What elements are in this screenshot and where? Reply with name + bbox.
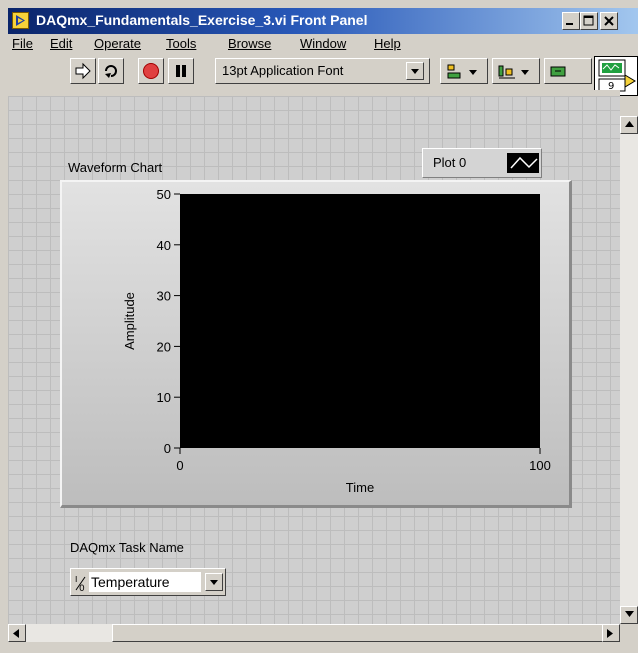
arrow-right-icon xyxy=(607,629,613,638)
menu-browse[interactable]: Browse xyxy=(228,36,271,51)
font-dropdown-label: 13pt Application Font xyxy=(222,63,344,78)
window-title: DAQmx_Fundamentals_Exercise_3.vi Front P… xyxy=(36,12,368,28)
horizontal-scroll-thumb[interactable] xyxy=(112,624,612,642)
font-dropdown-arrow[interactable] xyxy=(406,62,424,80)
close-button[interactable] xyxy=(600,12,618,30)
task-name-control[interactable]: I 0 Temperature xyxy=(70,568,226,596)
x-tick-label-0: 0 xyxy=(176,458,183,473)
abort-icon xyxy=(143,63,159,79)
run-continuously-button[interactable] xyxy=(98,58,124,84)
vertical-scrollbar[interactable] xyxy=(620,116,638,624)
x-tick-label-1: 100 xyxy=(529,458,551,473)
legend-plot-swatch[interactable] xyxy=(507,153,539,173)
arrow-left-icon xyxy=(13,629,19,638)
reorder-icon xyxy=(550,66,566,77)
menu-edit[interactable]: Edit xyxy=(50,36,72,51)
minimize-icon xyxy=(566,23,573,25)
pause-button[interactable] xyxy=(168,58,194,84)
pause-icon xyxy=(176,65,186,77)
toolbar: 13pt Application Font xyxy=(8,54,638,90)
title-bar[interactable]: DAQmx_Fundamentals_Exercise_3.vi Front P… xyxy=(8,8,638,34)
legend-plot-name: Plot 0 xyxy=(433,155,467,170)
y-tick-label-5: 50 xyxy=(157,187,171,202)
y-tick-label-2: 20 xyxy=(157,339,171,354)
labview-vi-icon xyxy=(12,12,29,29)
plot-line-icon xyxy=(510,156,538,169)
x-axis: 0 100 xyxy=(176,448,551,473)
run-continuously-icon xyxy=(105,65,117,78)
align-objects-icon xyxy=(447,64,477,79)
svg-text:0: 0 xyxy=(79,584,85,592)
y-tick-label-0: 0 xyxy=(164,441,171,456)
menu-tools[interactable]: Tools xyxy=(166,36,196,51)
reorder-button[interactable] xyxy=(544,58,592,84)
distribute-objects-button[interactable] xyxy=(492,58,540,84)
chevron-down-icon xyxy=(210,580,218,585)
front-panel-canvas[interactable]: Waveform Chart Plot 0 0 10 20 30 40 50 0 100 A… xyxy=(8,96,620,624)
arrow-down-icon xyxy=(625,611,634,617)
waveform-chart-svg: 0 10 20 30 40 50 0 100 Amplitude Time xyxy=(122,187,551,495)
chevron-down-icon xyxy=(411,69,419,74)
y-axis: 0 10 20 30 40 50 xyxy=(157,187,180,456)
svg-text:I: I xyxy=(75,575,77,584)
font-dropdown[interactable]: 13pt Application Font xyxy=(215,58,430,84)
maximize-button[interactable] xyxy=(580,12,598,30)
run-arrow-icon xyxy=(75,62,91,80)
horizontal-scrollbar[interactable] xyxy=(8,624,620,642)
close-icon xyxy=(604,16,614,26)
vi-front-panel-window: DAQmx_Fundamentals_Exercise_3.vi Front P… xyxy=(0,0,638,653)
plot-legend[interactable]: Plot 0 xyxy=(422,148,542,178)
task-name-dropdown-arrow[interactable] xyxy=(205,573,223,591)
maximize-icon xyxy=(583,15,594,26)
menu-bar: File Edit Operate Tools Browse Window He… xyxy=(8,34,638,54)
chart-label: Waveform Chart xyxy=(68,160,163,175)
run-button[interactable] xyxy=(70,58,96,84)
align-objects-button[interactable] xyxy=(440,58,488,84)
scroll-down-button[interactable] xyxy=(620,606,638,624)
y-tick-label-4: 40 xyxy=(157,238,171,253)
menu-operate[interactable]: Operate xyxy=(94,36,141,51)
io-name-icon: I 0 xyxy=(75,575,86,592)
scroll-up-button[interactable] xyxy=(620,116,638,134)
menu-help[interactable]: Help xyxy=(374,36,401,51)
task-name-value[interactable]: Temperature xyxy=(89,572,201,592)
task-name-label: DAQmx Task Name xyxy=(70,540,184,555)
arrow-up-icon xyxy=(625,121,634,127)
scroll-left-button[interactable] xyxy=(8,624,26,642)
y-axis-label: Amplitude xyxy=(122,292,137,350)
minimize-button[interactable] xyxy=(562,12,580,30)
y-tick-label-3: 30 xyxy=(157,289,171,304)
y-tick-label-1: 10 xyxy=(157,390,171,405)
plot-area[interactable] xyxy=(180,194,540,448)
x-axis-label: Time xyxy=(346,480,374,495)
distribute-objects-icon xyxy=(498,65,529,79)
abort-button[interactable] xyxy=(138,58,164,84)
menu-file[interactable]: File xyxy=(12,36,33,51)
scroll-right-button[interactable] xyxy=(602,624,620,642)
menu-window[interactable]: Window xyxy=(300,36,346,51)
waveform-chart[interactable]: 0 10 20 30 40 50 0 100 Amplitude Time xyxy=(60,180,572,508)
